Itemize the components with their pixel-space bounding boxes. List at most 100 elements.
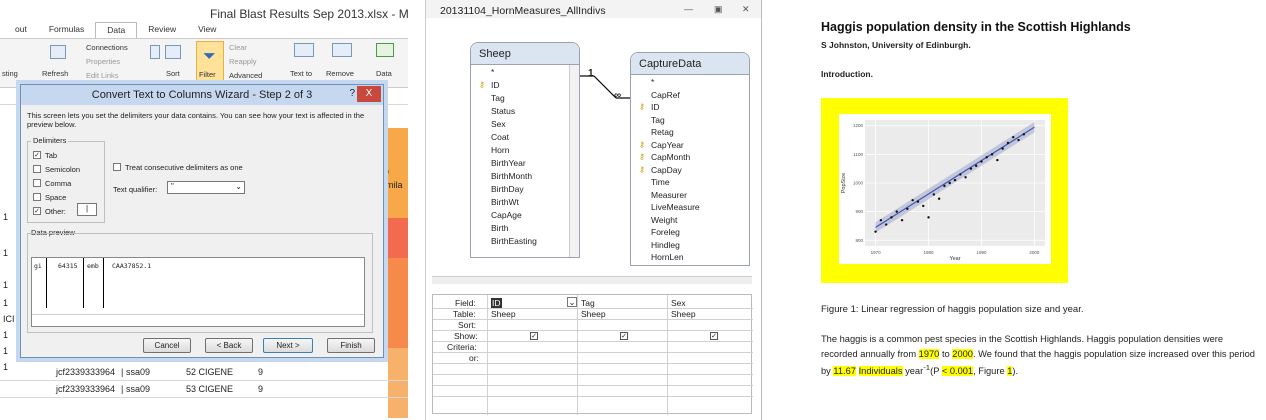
column-header-similarity: imila: [384, 180, 403, 190]
table-field[interactable]: Foreleg: [651, 227, 680, 237]
show-checkbox-id[interactable]: ✓: [530, 332, 538, 340]
paragraph-text: ).: [1012, 366, 1019, 377]
table-field[interactable]: HornLen: [651, 252, 684, 262]
table-field[interactable]: Tag: [491, 93, 505, 103]
advanced-button[interactable]: Advanced: [229, 71, 262, 80]
table-field[interactable]: ID: [651, 102, 660, 112]
table-field[interactable]: CapYear: [651, 140, 684, 150]
field-cell-sex[interactable]: Sex: [671, 298, 686, 308]
table-cell-sheep[interactable]: Sheep: [671, 309, 696, 319]
table-capturedata[interactable]: CaptureData * CapRef ⚷ ID Tag Retag ⚷ CapYear ⚷ C…: [630, 52, 750, 266]
tab-page-layout[interactable]: out: [4, 22, 38, 38]
show-checkbox-tag[interactable]: ✓: [620, 332, 628, 340]
query-design-surface[interactable]: Sheep * ⚷ ID Tag Status Sex Coat Horn BirthYear B…: [432, 20, 752, 284]
table-field[interactable]: Coat: [491, 132, 509, 142]
table-field[interactable]: BirthMonth: [491, 171, 532, 181]
field-cell-id[interactable]: ID: [491, 298, 502, 308]
table-field[interactable]: LiveMeasure: [651, 202, 700, 212]
heat-cell: [388, 258, 408, 348]
chevron-down-icon[interactable]: ⌄: [567, 297, 577, 307]
table-field[interactable]: Time: [651, 177, 670, 187]
table-field[interactable]: CapDay: [651, 165, 682, 175]
tab-checkbox[interactable]: ✓: [33, 151, 41, 159]
table-field[interactable]: BirthDay: [491, 184, 524, 194]
existing-label[interactable]: sting: [2, 69, 18, 78]
remove-duplicates-button[interactable]: Remove: [326, 69, 354, 78]
other-delimiter-input[interactable]: |: [77, 203, 97, 216]
close-icon[interactable]: ✕: [742, 4, 750, 15]
cancel-button[interactable]: Cancel: [143, 338, 191, 353]
back-button[interactable]: < Back: [205, 338, 253, 353]
sort-button[interactable]: Sort: [166, 69, 180, 78]
close-icon[interactable]: X: [357, 86, 381, 102]
table-sheep[interactable]: Sheep * ⚷ ID Tag Status Sex Coat Horn BirthYear B…: [470, 42, 580, 258]
row-number: 1: [3, 280, 9, 290]
data-validation-icon[interactable]: [376, 43, 394, 57]
tab-review[interactable]: Review: [137, 22, 187, 38]
data-preview[interactable]: gi 64315 emb CAA37852.1: [31, 257, 365, 327]
sort-az-icon[interactable]: [150, 45, 160, 59]
table-field[interactable]: ID: [491, 80, 500, 90]
reapply-button[interactable]: Reapply: [229, 57, 257, 66]
space-checkbox[interactable]: [33, 193, 41, 201]
text-qualifier-select[interactable]: " ⌄: [167, 181, 245, 194]
help-icon[interactable]: ?: [349, 88, 355, 99]
table-row[interactable]: jcf2339333964 | ssa09 53 CIGENE 9: [0, 381, 408, 398]
next-button[interactable]: Next >: [263, 338, 313, 353]
restore-icon[interactable]: ▣: [714, 4, 723, 15]
table-field[interactable]: Tag: [651, 115, 665, 125]
query-design-grid[interactable]: Field: Table: Sort: Show: Criteria: or: …: [432, 294, 753, 415]
y-axis-label: PopSize: [841, 173, 847, 194]
semicolon-checkbox[interactable]: [33, 165, 41, 173]
y-tick-label: 1200: [853, 123, 864, 128]
table-row[interactable]: jcf2339333964 | ssa09 52 CIGENE 9: [0, 364, 408, 381]
table-field[interactable]: Sex: [491, 119, 506, 129]
table-field[interactable]: CapAge: [491, 210, 522, 220]
criteria-row-label: Criteria:: [447, 342, 477, 352]
tab-data[interactable]: Data: [95, 22, 138, 38]
table-field[interactable]: Measurer: [651, 190, 687, 200]
table-cell-sheep[interactable]: Sheep: [581, 309, 606, 319]
data-validation-button[interactable]: Data: [376, 69, 392, 78]
refresh-all-button[interactable]: Refresh: [42, 69, 68, 78]
table-field[interactable]: *: [651, 77, 654, 87]
highlighted-text: 2000: [952, 348, 973, 359]
text-to-columns-icon[interactable]: [294, 43, 314, 57]
table-field[interactable]: BirthYear: [491, 158, 526, 168]
table-field[interactable]: Status: [491, 106, 515, 116]
dialog-title-bar[interactable]: Convert Text to Columns Wizard - Step 2 …: [21, 85, 383, 105]
minimize-icon[interactable]: —: [684, 4, 693, 14]
comma-checkbox[interactable]: [33, 179, 41, 187]
table-field[interactable]: Birth: [491, 223, 508, 233]
sort-icon[interactable]: [165, 45, 181, 59]
table-cell-sheep[interactable]: Sheep: [491, 309, 516, 319]
clear-button[interactable]: Clear: [229, 43, 247, 52]
table-field[interactable]: CapRef: [651, 90, 680, 100]
table-field[interactable]: Weight: [651, 215, 677, 225]
table-field[interactable]: Hindleg: [651, 240, 680, 250]
refresh-icon[interactable]: [50, 45, 66, 59]
table-field[interactable]: BirthWt: [491, 197, 519, 207]
filter-label: Filter: [199, 70, 216, 79]
text-to-columns-button[interactable]: Text to: [290, 69, 312, 78]
other-checkbox[interactable]: ✓: [33, 207, 41, 215]
edit-links-button[interactable]: Edit Links: [86, 71, 119, 80]
properties-button[interactable]: Properties: [86, 57, 120, 66]
filter-button[interactable]: ⏷ Filter: [196, 41, 224, 83]
scrollbar[interactable]: [569, 65, 579, 257]
remove-duplicates-icon[interactable]: [332, 43, 352, 57]
finish-button[interactable]: Finish: [327, 338, 375, 353]
highlighted-figure[interactable]: 1970 1980 1990 2000 800 900 1000 1100 1200 Year Po…: [821, 98, 1068, 283]
table-field[interactable]: Horn: [491, 145, 509, 155]
tab-view[interactable]: View: [187, 22, 227, 38]
horizontal-scrollbar[interactable]: [432, 276, 752, 284]
table-field[interactable]: CapMonth: [651, 152, 690, 162]
field-cell-tag[interactable]: Tag: [581, 298, 595, 308]
show-checkbox-sex[interactable]: ✓: [710, 332, 718, 340]
consecutive-delimiters-checkbox[interactable]: [113, 163, 121, 171]
table-field[interactable]: BirthEasting: [491, 236, 537, 246]
connections-button[interactable]: Connections: [86, 43, 128, 52]
tab-formulas[interactable]: Formulas: [38, 22, 95, 38]
table-field[interactable]: Retag: [651, 127, 674, 137]
table-field[interactable]: *: [491, 67, 494, 77]
